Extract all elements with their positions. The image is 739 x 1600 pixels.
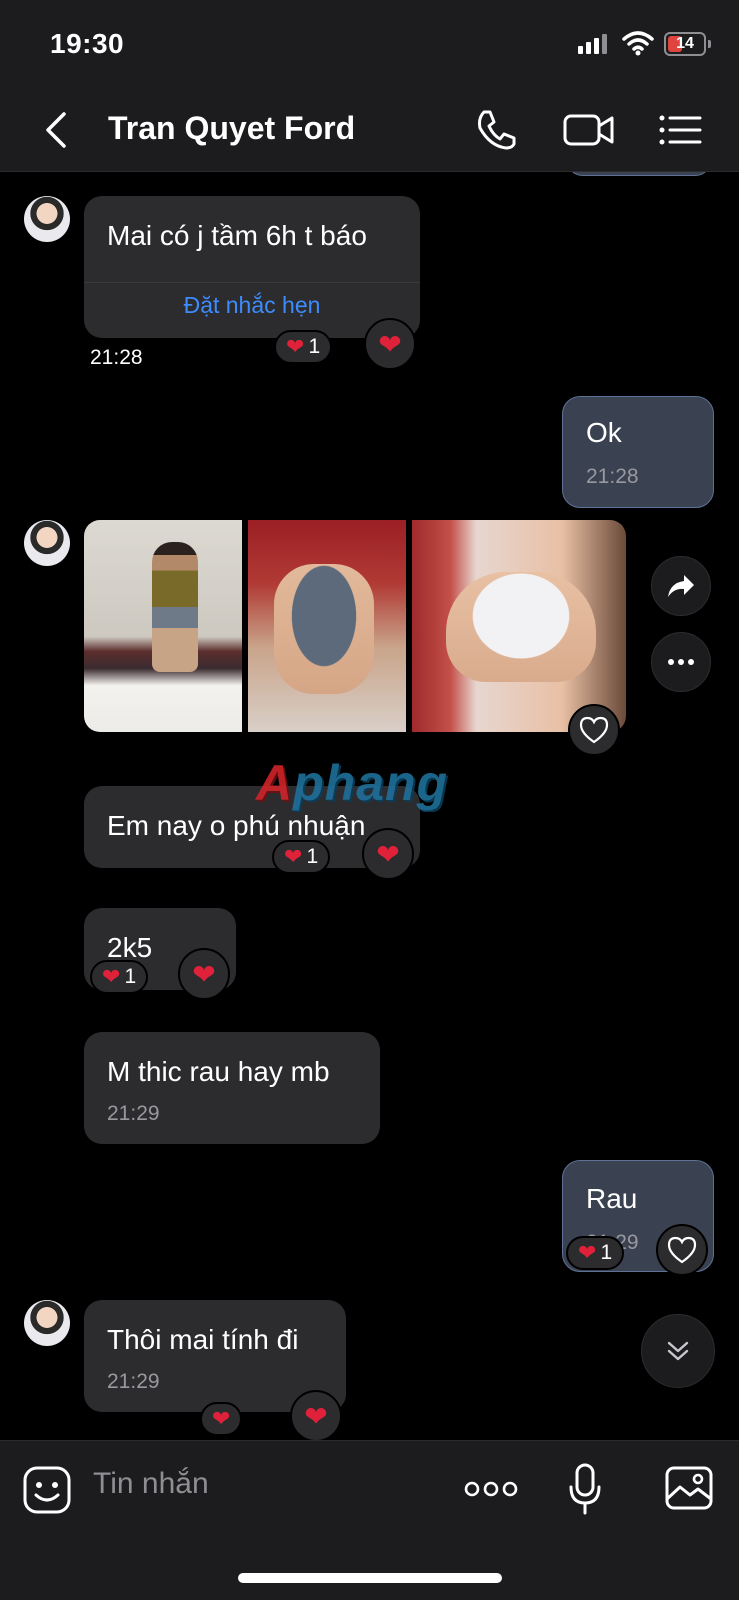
message-text: M thic rau hay mb [107, 1056, 330, 1087]
message-text: Ok [586, 417, 622, 448]
message-input-bar: Tin nhắn [0, 1440, 739, 1600]
heart-icon: ❤ [286, 334, 305, 359]
heart-reaction-button[interactable]: ❤ [290, 1390, 342, 1440]
image-gallery-icon[interactable] [664, 1465, 714, 1511]
contact-name[interactable]: Tran Quyet Ford [108, 110, 355, 147]
more-options-button[interactable] [651, 632, 711, 692]
reaction-summary[interactable]: ❤ [200, 1402, 243, 1436]
heart-reaction-button[interactable]: ❤ [178, 948, 230, 1000]
outgoing-message-bubble[interactable]: Ok 21:28 [562, 396, 714, 508]
share-arrow-icon [668, 575, 694, 597]
message-list[interactable]: Mai có j tầm 6h t báo Đặt nhắc hẹn ❤ 1 ❤… [0, 172, 739, 1440]
reaction-count: 1 [306, 845, 319, 868]
more-apps-icon[interactable] [464, 1479, 518, 1499]
share-button[interactable] [651, 556, 711, 616]
message-text: Mai có j tầm 6h t báo [107, 220, 367, 251]
sticker-emoji-icon[interactable] [22, 1465, 72, 1515]
reaction-count: 1 [308, 335, 321, 358]
contact-avatar[interactable] [24, 1300, 70, 1346]
scroll-to-bottom-button[interactable] [641, 1314, 715, 1388]
video-call-icon[interactable] [562, 106, 616, 154]
message-time: 21:29 [107, 1370, 160, 1393]
heart-reaction-button[interactable]: ❤ [362, 828, 414, 880]
message-time: 21:28 [90, 346, 143, 369]
set-reminder-link[interactable]: Đặt nhắc hẹn [84, 292, 420, 319]
heart-icon: ❤ [378, 328, 402, 360]
home-indicator [238, 1573, 502, 1583]
double-chevron-down-icon [667, 1341, 689, 1361]
back-button[interactable] [36, 108, 76, 152]
message-input[interactable]: Tin nhắn [93, 1467, 209, 1501]
chat-header: Tran Quyet Ford [0, 88, 739, 172]
contact-avatar[interactable] [24, 520, 70, 566]
watermark: Aphang [256, 755, 449, 811]
heart-icon: ❤ [192, 958, 216, 990]
cellular-signal-icon [578, 34, 607, 54]
reaction-summary[interactable]: ❤ 1 [566, 1236, 625, 1270]
photo-thumbnail[interactable] [248, 520, 406, 732]
status-time: 19:30 [50, 28, 125, 59]
message-text: Thôi mai tính đi [107, 1324, 299, 1355]
microphone-icon[interactable] [568, 1463, 602, 1517]
heart-icon: ❤ [376, 838, 400, 870]
heart-outline-icon [667, 1236, 697, 1264]
photo-thumbnail[interactable] [412, 520, 626, 732]
phone-call-icon[interactable] [472, 106, 520, 154]
message-bubble[interactable]: M thic rau hay mb 21:29 [84, 1032, 380, 1144]
wifi-icon [622, 31, 654, 56]
ellipsis-icon [668, 659, 694, 665]
heart-icon: ❤ [304, 1400, 328, 1432]
heart-icon: ❤ [284, 844, 303, 869]
photo-thumbnail[interactable] [84, 520, 242, 732]
reaction-summary[interactable]: ❤ 1 [90, 960, 149, 994]
heart-icon: ❤ [212, 1406, 231, 1431]
message-text: Rau [586, 1183, 638, 1214]
heart-outline-icon [579, 716, 609, 744]
heart-reaction-button[interactable]: ❤ [364, 318, 416, 370]
heart-icon: ❤ [102, 964, 121, 989]
contact-avatar[interactable] [24, 196, 70, 242]
menu-list-icon[interactable] [656, 106, 706, 154]
heart-outline-reaction-button[interactable] [568, 704, 620, 756]
battery-level: 14 [676, 35, 694, 52]
heart-outline-reaction-button[interactable] [656, 1224, 708, 1276]
message-text: Em nay o phú nhuận [107, 810, 366, 841]
reaction-count: 1 [124, 965, 137, 988]
battery-icon: 14 [664, 32, 706, 56]
message-time: 21:28 [586, 465, 639, 488]
message-time: 21:29 [107, 1102, 160, 1125]
reaction-summary[interactable]: ❤ 1 [272, 840, 331, 874]
partial-message-bubble[interactable] [566, 172, 712, 176]
message-bubble[interactable]: Mai có j tầm 6h t báo Đặt nhắc hẹn [84, 196, 420, 338]
heart-icon: ❤ [578, 1240, 597, 1265]
status-bar: 19:30 14 [0, 0, 739, 88]
reaction-summary[interactable]: ❤ 1 [274, 330, 333, 364]
reaction-count: 1 [600, 1241, 613, 1264]
divider [84, 282, 420, 283]
photo-group[interactable] [84, 520, 626, 732]
